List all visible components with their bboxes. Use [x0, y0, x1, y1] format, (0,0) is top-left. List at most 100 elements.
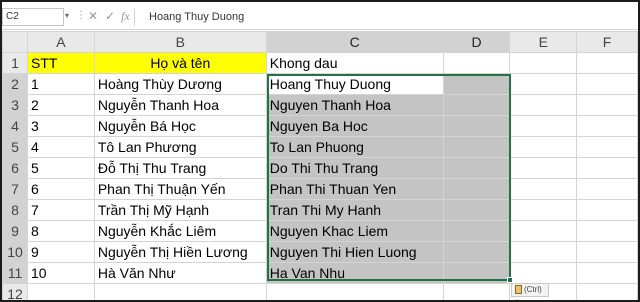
cell-full-name[interactable]: Phan Thị Thuận Yến [93, 178, 267, 200]
cell-d[interactable] [442, 73, 511, 95]
cell-no-accent[interactable]: Hoang Thuy Duong [265, 73, 444, 95]
cell-full-name[interactable]: Nguyễn Thị Hiền Lương [93, 241, 267, 263]
cell-stt[interactable] [26, 283, 95, 300]
cell-full-name[interactable]: Trần Thị Mỹ Hạnh [93, 199, 267, 221]
cell-f[interactable] [576, 136, 638, 158]
table-row: 7 6 Phan Thị Thuận Yến Phan Thi Thuan Yen [2, 178, 638, 200]
cell-e[interactable] [509, 178, 578, 200]
formula-input[interactable]: Hoang Thuy Duong [134, 8, 638, 26]
cell-e[interactable] [509, 73, 578, 95]
cell-d[interactable] [442, 283, 511, 300]
cell-full-name[interactable]: Hoàng Thùy Dương [93, 73, 267, 95]
cell-no-accent[interactable] [265, 283, 444, 300]
cancel-icon[interactable]: ✕ [88, 9, 98, 23]
column-header-e[interactable]: E [509, 31, 578, 53]
cell-f[interactable] [576, 115, 638, 137]
cell-e[interactable] [509, 262, 578, 284]
cell-f[interactable] [576, 241, 638, 263]
cell-stt[interactable]: 9 [26, 241, 95, 263]
cell-no-accent[interactable]: Do Thi Thu Trang [265, 157, 444, 179]
cell-e[interactable] [509, 52, 578, 74]
column-header-f[interactable]: F [576, 31, 638, 53]
row-header[interactable]: 10 [2, 241, 28, 263]
cell-full-name[interactable]: Họ và tên [93, 52, 267, 74]
cell-d[interactable] [442, 136, 511, 158]
cell-f[interactable] [576, 178, 638, 200]
cell-no-accent[interactable]: Nguyen Khac Liem [265, 220, 444, 242]
select-all-corner[interactable] [2, 31, 28, 53]
row-header[interactable]: 4 [2, 115, 28, 137]
cell-no-accent[interactable]: To Lan Phuong [265, 136, 444, 158]
cell-full-name[interactable]: Đỗ Thị Thu Trang [93, 157, 267, 179]
cell-d[interactable] [442, 115, 511, 137]
cell-stt[interactable]: 8 [26, 220, 95, 242]
row-header[interactable]: 6 [2, 157, 28, 179]
cell-f[interactable] [576, 94, 638, 116]
cell-stt[interactable]: 4 [26, 136, 95, 158]
column-header-d[interactable]: D [442, 31, 511, 53]
cell-d[interactable] [442, 52, 511, 74]
cell-f[interactable] [576, 157, 638, 179]
cell-no-accent[interactable]: Nguyen Thi Hien Luong [265, 241, 444, 263]
cell-e[interactable] [509, 220, 578, 242]
name-box[interactable]: C2 [2, 8, 64, 26]
cell-f[interactable] [576, 262, 638, 284]
cell-e[interactable] [509, 199, 578, 221]
enter-icon[interactable]: ✓ [105, 9, 115, 23]
column-header-a[interactable]: A [26, 31, 95, 53]
cell-stt[interactable]: 5 [26, 157, 95, 179]
column-header-b[interactable]: B [93, 31, 267, 53]
cell-stt[interactable]: 3 [26, 115, 95, 137]
cell-d[interactable] [442, 262, 511, 284]
cell-stt[interactable]: 1 [26, 73, 95, 95]
cell-full-name[interactable]: Nguyễn Khắc Liêm [93, 220, 267, 242]
cell-full-name[interactable] [93, 283, 267, 300]
cell-d[interactable] [442, 241, 511, 263]
cell-stt[interactable]: STT [26, 52, 95, 74]
cell-full-name[interactable]: Tô Lan Phương [93, 136, 267, 158]
cell-stt[interactable]: 7 [26, 199, 95, 221]
cell-f[interactable] [576, 199, 638, 221]
cell-no-accent[interactable]: Khong dau [265, 52, 444, 74]
paste-options-button[interactable]: (Ctrl) ▾ [511, 283, 549, 300]
cell-f[interactable] [576, 283, 638, 300]
name-box-dropdown-icon[interactable]: ▾ [65, 11, 69, 20]
cell-d[interactable] [442, 157, 511, 179]
row-header[interactable]: 5 [2, 136, 28, 158]
cell-no-accent[interactable]: Ha Van Nhu [265, 262, 444, 284]
cell-full-name[interactable]: Hà Văn Như [93, 262, 267, 284]
cell-no-accent[interactable]: Phan Thi Thuan Yen [265, 178, 444, 200]
row-header[interactable]: 2 [2, 73, 28, 95]
cell-no-accent[interactable]: Nguyen Ba Hoc [265, 115, 444, 137]
row-header[interactable]: 12 [2, 283, 28, 300]
cell-e[interactable] [509, 115, 578, 137]
row-header[interactable]: 7 [2, 178, 28, 200]
column-header-row: A B C D E F [2, 31, 638, 53]
cell-f[interactable] [576, 220, 638, 242]
cell-stt[interactable]: 2 [26, 94, 95, 116]
cell-d[interactable] [442, 220, 511, 242]
cell-stt[interactable]: 6 [26, 178, 95, 200]
row-header[interactable]: 11 [2, 262, 28, 284]
cell-e[interactable] [509, 136, 578, 158]
table-row: 10 9 Nguyễn Thị Hiền Lương Nguyen Thi Hien … [2, 241, 638, 263]
cell-full-name[interactable]: Nguyễn Bá Học [93, 115, 267, 137]
row-header[interactable]: 9 [2, 220, 28, 242]
row-header[interactable]: 1 [2, 52, 28, 74]
cell-no-accent[interactable]: Nguyen Thanh Hoa [265, 94, 444, 116]
cell-stt[interactable]: 10 [26, 262, 95, 284]
cell-d[interactable] [442, 94, 511, 116]
row-header[interactable]: 3 [2, 94, 28, 116]
cell-e[interactable] [509, 94, 578, 116]
cell-f[interactable] [576, 73, 638, 95]
cell-no-accent[interactable]: Tran Thi My Hanh [265, 199, 444, 221]
column-header-c[interactable]: C [265, 31, 444, 53]
cell-e[interactable] [509, 157, 578, 179]
row-header[interactable]: 8 [2, 199, 28, 221]
insert-function-icon[interactable]: fx [121, 9, 130, 24]
cell-d[interactable] [442, 199, 511, 221]
cell-e[interactable] [509, 241, 578, 263]
cell-f[interactable] [576, 52, 638, 74]
cell-d[interactable] [442, 178, 511, 200]
cell-full-name[interactable]: Nguyễn Thanh Hoa [93, 94, 267, 116]
